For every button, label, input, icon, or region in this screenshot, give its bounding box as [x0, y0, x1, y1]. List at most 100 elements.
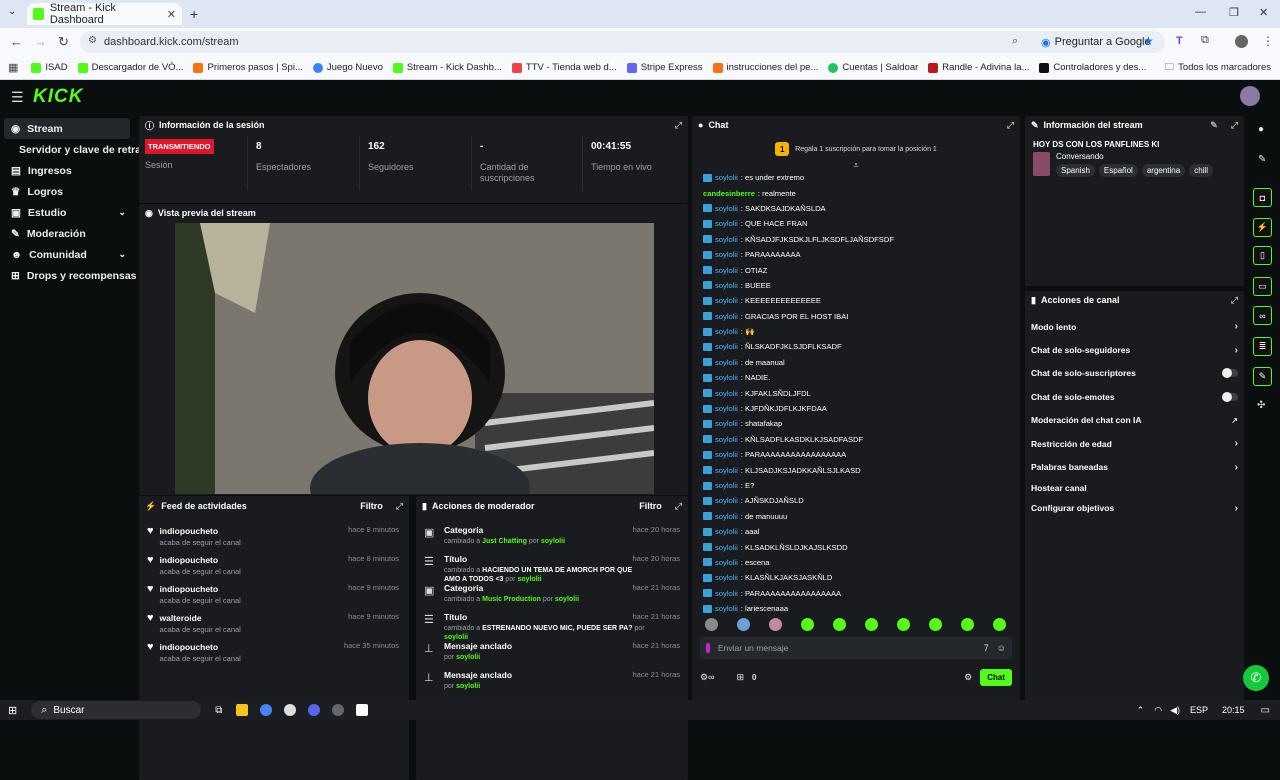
feed-user[interactable]: indiopoucheto: [160, 642, 241, 652]
chat-username[interactable]: soylolii: [715, 219, 738, 228]
feed-user[interactable]: indiopoucheto: [160, 584, 241, 594]
mod-user[interactable]: soylolii: [555, 596, 579, 603]
sidebar-item-comunidad[interactable]: ☻ Comunidad ⌄: [0, 244, 134, 265]
action-emotes-only[interactable]: Chat de solo-emotes: [1025, 385, 1244, 408]
emote-icon[interactable]: [993, 617, 1006, 631]
chat-username[interactable]: soylolii: [715, 327, 738, 336]
expand-icon[interactable]: ⤢: [396, 501, 403, 512]
tray-chevron-icon[interactable]: ⌃: [1137, 705, 1145, 716]
bookmark-item[interactable]: TTV - Tienda web d...: [507, 62, 622, 73]
subs-only-toggle[interactable]: [1222, 368, 1238, 379]
add-widget-icon[interactable]: ✣: [1257, 400, 1265, 411]
app-icon[interactable]: [332, 704, 345, 716]
bookmark-item[interactable]: Cuentas | Saldoar: [823, 62, 923, 73]
bookmark-item[interactable]: Juego Nuevo: [308, 62, 388, 73]
file-explorer-icon[interactable]: [236, 704, 249, 716]
chat-username[interactable]: soylolii: [715, 358, 738, 367]
sidebar-item-logros[interactable]: ♛ Logros: [0, 181, 134, 202]
emote-icon[interactable]: [737, 617, 750, 631]
chrome-icon[interactable]: [260, 704, 273, 716]
profile-avatar-icon[interactable]: [1235, 35, 1248, 48]
close-tab-icon[interactable]: ✕: [167, 8, 176, 21]
chat-username[interactable]: soylolii: [715, 496, 738, 505]
chat-username[interactable]: soylolii: [715, 296, 738, 305]
action-slow-mode[interactable]: Modo lento ›: [1025, 315, 1244, 338]
bookmark-item[interactable]: instrucciones del pe...: [708, 62, 824, 73]
new-tab-icon[interactable]: +: [190, 6, 198, 22]
bookmark-item[interactable]: Stream - Kick Dashb...: [388, 62, 507, 73]
sidebar-item-ingresos[interactable]: ▤ Ingresos: [0, 160, 134, 181]
emote-icon[interactable]: [865, 617, 878, 631]
windows-start-icon[interactable]: ⊞: [8, 704, 17, 717]
settings-gear-icon[interactable]: ⚙: [964, 672, 972, 683]
stream-preview-video[interactable]: [175, 223, 654, 494]
rail-button[interactable]: ▯: [1253, 246, 1272, 265]
action-followers-only[interactable]: Chat de solo-seguidores ›: [1025, 338, 1244, 361]
chat-username[interactable]: soylolii: [715, 235, 738, 244]
emotes-only-toggle[interactable]: [1222, 391, 1238, 402]
chat-username[interactable]: candesinberre: [703, 189, 755, 198]
ask-google-button[interactable]: ◉ Preguntar a Google: [1035, 33, 1157, 51]
sidebar-item-estudio[interactable]: ▣ Estudio ⌄: [0, 202, 134, 223]
hamburger-menu-icon[interactable]: ☰: [11, 89, 24, 106]
action-banned-words[interactable]: Palabras baneadas ›: [1025, 455, 1244, 478]
chat-username[interactable]: soylolii: [715, 312, 738, 321]
info-rail-icon[interactable]: ●: [1258, 124, 1264, 135]
feed-user[interactable]: indiopoucheto: [160, 526, 241, 536]
discord-icon[interactable]: [308, 704, 321, 716]
rail-button[interactable]: ⚡: [1253, 218, 1272, 237]
action-ai-moderation[interactable]: Moderación del chat con IA ↗: [1025, 409, 1244, 432]
chat-username[interactable]: soylolii: [715, 481, 738, 490]
browser-tab[interactable]: Stream - Kick Dashboard ✕: [27, 2, 182, 26]
chat-username[interactable]: soylolii: [715, 342, 738, 351]
send-chat-button[interactable]: Chat: [980, 668, 1012, 686]
user-avatar[interactable]: [1240, 86, 1260, 106]
filter-button[interactable]: Filtro: [639, 501, 662, 511]
calculator-icon[interactable]: [356, 704, 369, 716]
mod-user[interactable]: soylolii: [456, 654, 480, 661]
forward-icon[interactable]: →: [34, 34, 47, 49]
mod-user[interactable]: soylolii: [456, 683, 480, 690]
restore-icon[interactable]: ❐: [1229, 6, 1239, 19]
gift-sub-banner[interactable]: 1 Regala 1 suscripción para tomar la posi…: [692, 138, 1020, 160]
chat-username[interactable]: soylolii: [715, 389, 738, 398]
filter-button[interactable]: Filtro: [360, 501, 383, 511]
sidebar-item-drops[interactable]: ⊞ Drops y recompensas: [0, 265, 137, 286]
action-goals[interactable]: Configurar objetivos ›: [1025, 497, 1244, 520]
bookmark-item[interactable]: Primeros pasos | Spi...: [188, 62, 307, 73]
chat-username[interactable]: soylolii: [715, 435, 738, 444]
action-host-channel[interactable]: Hostear canal: [1025, 479, 1244, 497]
expand-icon[interactable]: ⤢: [675, 501, 682, 512]
language-indicator[interactable]: ESP: [1190, 705, 1208, 715]
close-window-icon[interactable]: ✕: [1259, 6, 1268, 19]
action-subs-only[interactable]: Chat de solo-suscriptores: [1025, 362, 1244, 385]
points-icon[interactable]: ⚙∞: [700, 672, 714, 683]
minimize-icon[interactable]: —: [1195, 6, 1206, 18]
chat-username[interactable]: soylolii: [715, 204, 738, 213]
sidebar-item-server-key[interactable]: Servidor y clave de retransmisión: [0, 139, 187, 160]
emote-icon[interactable]: [961, 617, 974, 631]
rail-button[interactable]: ✎: [1253, 367, 1272, 386]
emote-icon[interactable]: [897, 617, 910, 631]
chat-username[interactable]: soylolii: [715, 589, 738, 598]
action-age-restriction[interactable]: Restricción de edad ›: [1025, 432, 1244, 455]
expand-icon[interactable]: ⤢: [1231, 120, 1238, 131]
tab-list-icon[interactable]: ⌄: [8, 6, 16, 17]
chat-username[interactable]: soylolii: [715, 373, 738, 382]
chat-username[interactable]: soylolii: [715, 543, 738, 552]
obs-icon[interactable]: [284, 704, 297, 716]
support-chat-icon[interactable]: ✆: [1243, 665, 1269, 691]
chat-username[interactable]: soylolii: [715, 404, 738, 413]
rail-button[interactable]: ≣: [1253, 337, 1272, 356]
bookmark-item[interactable]: Stripe Express: [622, 62, 708, 73]
clock[interactable]: 20:15: [1222, 705, 1245, 715]
chat-username[interactable]: soylolii: [715, 250, 738, 259]
bookmark-item[interactable]: Descargador de VÓ...: [73, 62, 189, 73]
rail-button[interactable]: ▭: [1253, 277, 1272, 296]
bookmark-star-icon[interactable]: ★: [1143, 34, 1154, 48]
chat-username[interactable]: soylolii: [715, 281, 738, 290]
all-bookmarks-folder[interactable]: 🗀 Todos los marcadores: [1160, 60, 1276, 76]
taskbar-search[interactable]: ⌕ Buscar: [31, 701, 202, 719]
emote-icon[interactable]: [769, 617, 782, 631]
emote-icon[interactable]: [801, 617, 814, 631]
